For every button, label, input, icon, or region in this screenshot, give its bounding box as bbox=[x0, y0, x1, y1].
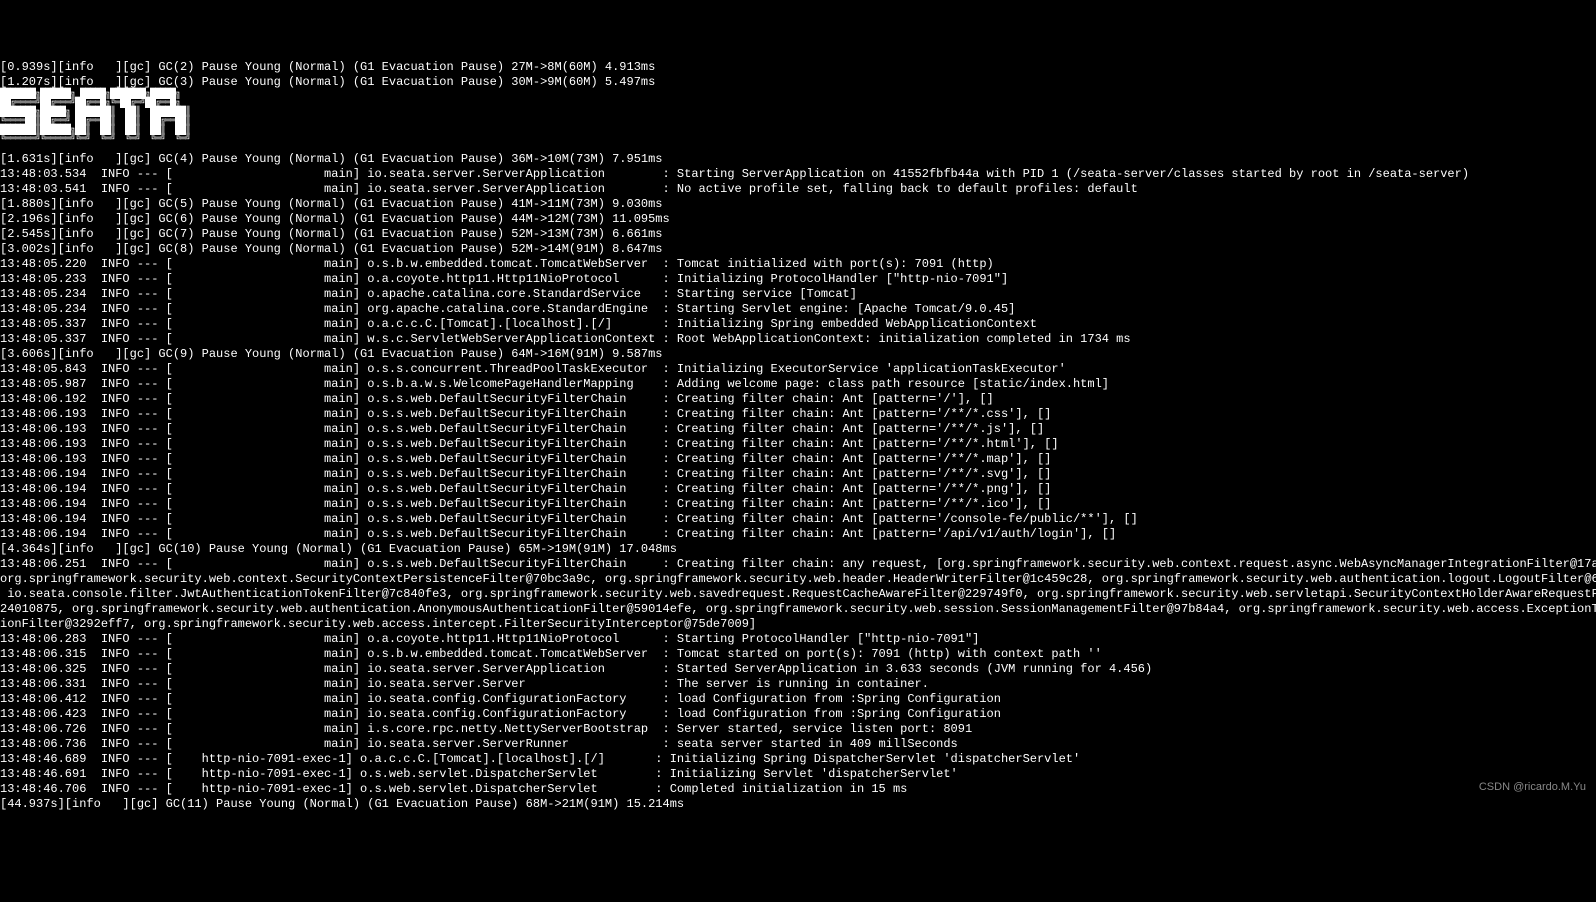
seata-ascii-logo: ███████╗██████╗ █████╗███████╗█████╗ ██╔… bbox=[0, 90, 1596, 144]
log-line: 13:48:05.843 INFO --- [ main] o.s.s.conc… bbox=[0, 362, 1596, 377]
log-line: 13:48:05.234 INFO --- [ main] org.apache… bbox=[0, 302, 1596, 317]
log-line: [1.207s][info ][gc] GC(3) Pause Young (N… bbox=[0, 75, 1596, 90]
log-line: 13:48:06.736 INFO --- [ main] io.seata.s… bbox=[0, 737, 1596, 752]
log-line: 13:48:06.193 INFO --- [ main] o.s.s.web.… bbox=[0, 452, 1596, 467]
log-line: 13:48:03.534 INFO --- [ main] io.seata.s… bbox=[0, 167, 1596, 182]
log-line: [0.939s][info ][gc] GC(2) Pause Young (N… bbox=[0, 60, 1596, 75]
log-line: 13:48:06.325 INFO --- [ main] io.seata.s… bbox=[0, 662, 1596, 677]
log-line: 13:48:05.234 INFO --- [ main] o.apache.c… bbox=[0, 287, 1596, 302]
log-line: [1.631s][info ][gc] GC(4) Pause Young (N… bbox=[0, 152, 1596, 167]
log-line: 13:48:05.987 INFO --- [ main] o.s.b.a.w.… bbox=[0, 377, 1596, 392]
log-line: 13:48:06.194 INFO --- [ main] o.s.s.web.… bbox=[0, 482, 1596, 497]
log-line: [3.606s][info ][gc] GC(9) Pause Young (N… bbox=[0, 347, 1596, 362]
log-line: 13:48:05.337 INFO --- [ main] o.a.c.c.C.… bbox=[0, 317, 1596, 332]
log-line: 13:48:06.194 INFO --- [ main] o.s.s.web.… bbox=[0, 497, 1596, 512]
log-line: 13:48:06.726 INFO --- [ main] i.s.core.r… bbox=[0, 722, 1596, 737]
log-line: 13:48:06.193 INFO --- [ main] o.s.s.web.… bbox=[0, 422, 1596, 437]
log-line: [2.545s][info ][gc] GC(7) Pause Young (N… bbox=[0, 227, 1596, 242]
log-line: [3.002s][info ][gc] GC(8) Pause Young (N… bbox=[0, 242, 1596, 257]
log-line: [1.880s][info ][gc] GC(5) Pause Young (N… bbox=[0, 197, 1596, 212]
log-line: 13:48:06.193 INFO --- [ main] o.s.s.web.… bbox=[0, 437, 1596, 452]
log-line: ionFilter@3292eff7, org.springframework.… bbox=[0, 617, 1596, 632]
log-line: 13:48:06.331 INFO --- [ main] io.seata.s… bbox=[0, 677, 1596, 692]
log-line: 13:48:05.220 INFO --- [ main] o.s.b.w.em… bbox=[0, 257, 1596, 272]
log-line: 13:48:06.412 INFO --- [ main] io.seata.c… bbox=[0, 692, 1596, 707]
log-line: org.springframework.security.web.context… bbox=[0, 572, 1596, 587]
log-line: 13:48:06.193 INFO --- [ main] o.s.s.web.… bbox=[0, 407, 1596, 422]
terminal-output[interactable]: [0.939s][info ][gc] GC(2) Pause Young (N… bbox=[0, 60, 1596, 812]
watermark-text: CSDN @ricardo.M.Yu bbox=[1479, 781, 1586, 795]
log-line: 13:48:06.194 INFO --- [ main] o.s.s.web.… bbox=[0, 527, 1596, 542]
log-line: 13:48:06.283 INFO --- [ main] o.a.coyote… bbox=[0, 632, 1596, 647]
log-line: 13:48:06.423 INFO --- [ main] io.seata.c… bbox=[0, 707, 1596, 722]
log-line: [44.937s][info ][gc] GC(11) Pause Young … bbox=[0, 797, 1596, 812]
log-line: 13:48:46.689 INFO --- [ http-nio-7091-ex… bbox=[0, 752, 1596, 767]
log-line: 13:48:03.541 INFO --- [ main] io.seata.s… bbox=[0, 182, 1596, 197]
log-line: 13:48:06.315 INFO --- [ main] o.s.b.w.em… bbox=[0, 647, 1596, 662]
log-line: 13:48:06.251 INFO --- [ main] o.s.s.web.… bbox=[0, 557, 1596, 572]
log-line: 13:48:05.337 INFO --- [ main] w.s.c.Serv… bbox=[0, 332, 1596, 347]
log-line: 13:48:06.194 INFO --- [ main] o.s.s.web.… bbox=[0, 512, 1596, 527]
log-line: [2.196s][info ][gc] GC(6) Pause Young (N… bbox=[0, 212, 1596, 227]
log-line: 13:48:46.691 INFO --- [ http-nio-7091-ex… bbox=[0, 767, 1596, 782]
log-line: [4.364s][info ][gc] GC(10) Pause Young (… bbox=[0, 542, 1596, 557]
log-line: 24010875, org.springframework.security.w… bbox=[0, 602, 1596, 617]
log-line: 13:48:06.192 INFO --- [ main] o.s.s.web.… bbox=[0, 392, 1596, 407]
log-line: 13:48:05.233 INFO --- [ main] o.a.coyote… bbox=[0, 272, 1596, 287]
log-line: io.seata.console.filter.JwtAuthenticatio… bbox=[0, 587, 1596, 602]
log-line: 13:48:46.706 INFO --- [ http-nio-7091-ex… bbox=[0, 782, 1596, 797]
log-line: 13:48:06.194 INFO --- [ main] o.s.s.web.… bbox=[0, 467, 1596, 482]
